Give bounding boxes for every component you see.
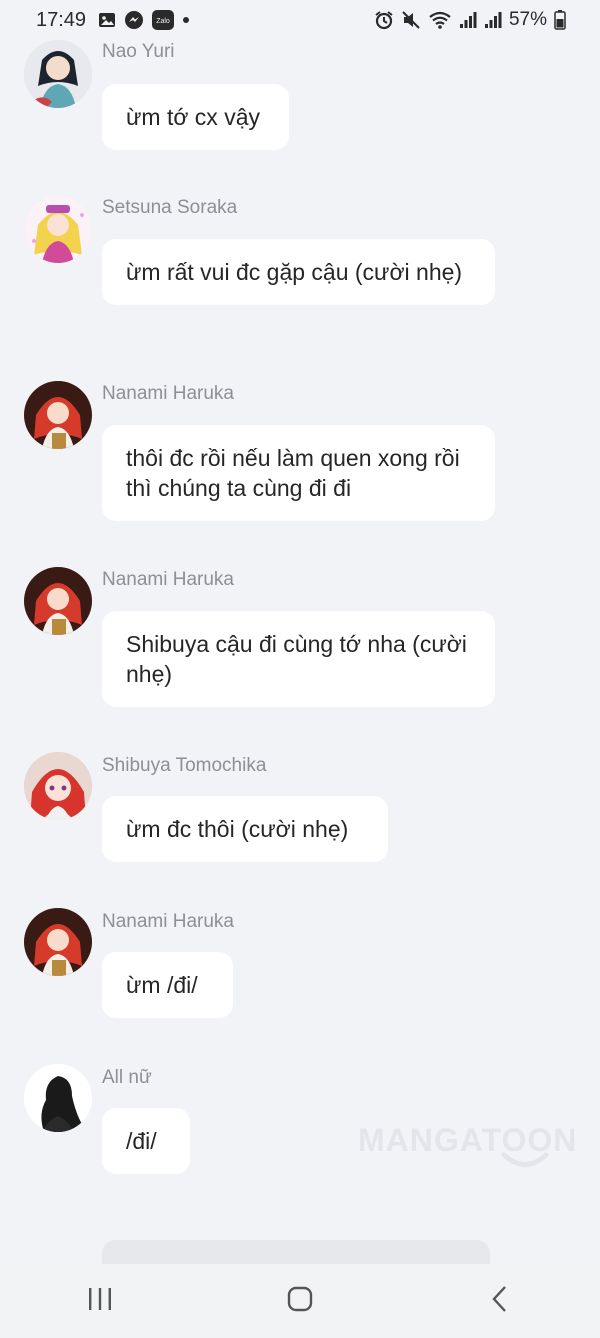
messenger-icon	[124, 10, 144, 30]
message-bubble[interactable]: thôi đc rồi nếu làm quen xong rồi thì ch…	[102, 425, 495, 521]
sender-name: Nanami Haruka	[102, 911, 234, 932]
svg-text:Zalo: Zalo	[156, 18, 170, 25]
message-bubble[interactable]: ừm rất vui đc gặp cậu (cười nhẹ)	[102, 239, 495, 305]
alarm-icon	[374, 10, 394, 30]
avatar[interactable]	[24, 381, 92, 449]
message-bubble[interactable]: Shibuya cậu đi cùng tớ nha (cười nhẹ)	[102, 611, 495, 707]
gallery-icon	[98, 11, 116, 29]
mute-icon	[401, 10, 421, 30]
sender-name: Shibuya Tomochika	[102, 755, 267, 776]
avatar[interactable]	[24, 752, 92, 820]
back-button[interactable]	[470, 1271, 530, 1331]
recents-icon	[86, 1286, 114, 1317]
home-button[interactable]	[270, 1271, 330, 1331]
battery-icon	[554, 10, 566, 30]
home-icon	[286, 1285, 314, 1318]
message-bubble[interactable]: ừm đc thôi (cười nhẹ)	[102, 796, 388, 862]
avatar[interactable]	[24, 908, 92, 976]
message-bubble[interactable]: ừm /đi/	[102, 952, 233, 1018]
message-bubble[interactable]: ừm tớ cx vậy	[102, 84, 289, 150]
avatar[interactable]	[24, 1064, 92, 1132]
battery-percent: 57%	[508, 9, 547, 30]
status-time: 17:49	[36, 8, 87, 31]
sender-name: Nao Yuri	[102, 41, 175, 62]
watermark-smile-icon	[500, 1152, 550, 1175]
dot-icon	[182, 16, 190, 24]
sender-name: Nanami Haruka	[102, 383, 234, 404]
sender-name: Setsuna Soraka	[102, 197, 238, 218]
sender-name: All nữ	[102, 1067, 152, 1088]
message-bubble[interactable]: /đi/	[102, 1108, 190, 1174]
wifi-icon	[428, 10, 452, 30]
zalo-icon: Zalo	[152, 10, 175, 30]
recents-button[interactable]	[70, 1271, 130, 1331]
avatar[interactable]	[24, 195, 92, 263]
signal-icon	[459, 11, 477, 29]
sender-name: Nanami Haruka	[102, 569, 234, 590]
status-bar: 17:49 Zalo 57%	[0, 0, 600, 40]
system-nav-bar	[0, 1264, 600, 1338]
avatar[interactable]	[24, 567, 92, 635]
avatar[interactable]	[24, 40, 92, 108]
back-icon	[490, 1285, 510, 1318]
signal-icon	[484, 11, 502, 29]
